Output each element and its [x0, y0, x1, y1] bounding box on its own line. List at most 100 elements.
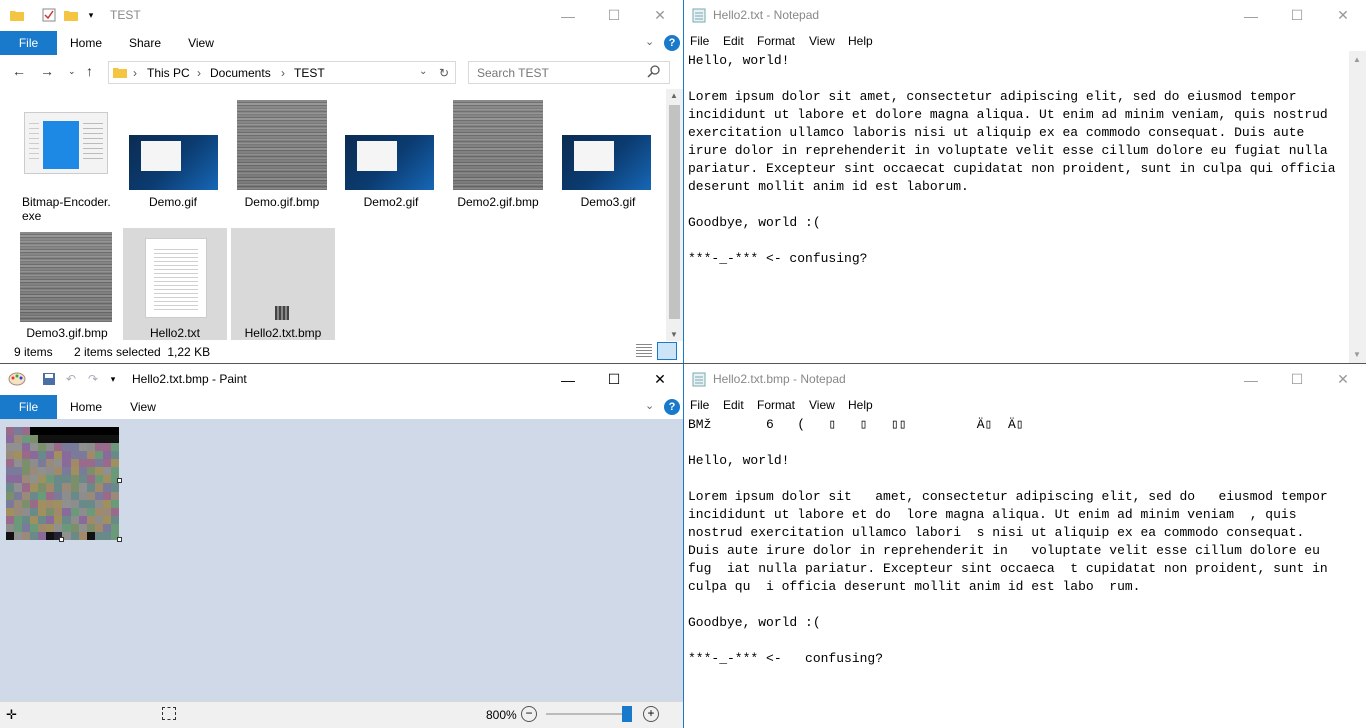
maximize-button[interactable]: ☐ [1274, 0, 1320, 31]
scroll-down-icon[interactable]: ▼ [1353, 350, 1361, 359]
small-bitmap-thumbnail [275, 306, 289, 320]
paint-titlebar[interactable]: ↶ ↷ ▾ Hello2.txt.bmp - Paint — ☐ ✕ [0, 364, 683, 395]
bitmap-pixel [6, 475, 15, 484]
bitmap-pixel [46, 515, 55, 524]
file-item[interactable]: Demo2.gif [339, 100, 443, 228]
notepad-scrollbar[interactable]: ▲ ▼ [1349, 51, 1366, 363]
tab-home[interactable]: Home [70, 395, 102, 419]
file-item[interactable]: Demo3.gif [556, 100, 660, 228]
close-button[interactable]: ✕ [637, 0, 683, 31]
resize-handle[interactable] [117, 537, 122, 542]
resize-handle[interactable] [117, 478, 122, 483]
explorer-scrollbar[interactable]: ▲ ▼ [666, 89, 683, 341]
file-item[interactable]: Bitmap-Encoder. exe [14, 100, 118, 228]
help-icon[interactable]: ? [664, 35, 680, 51]
resize-handle[interactable] [59, 537, 64, 542]
address-dropdown-icon[interactable]: ⌄ [419, 66, 427, 77]
close-button[interactable]: ✕ [637, 364, 683, 395]
explorer-titlebar[interactable]: ▾ TEST — ☐ ✕ [0, 0, 683, 31]
zoom-slider-track[interactable] [546, 713, 632, 715]
tab-home[interactable]: Home [70, 31, 102, 55]
customize-quick-access-icon[interactable]: ▾ [82, 6, 100, 24]
bitmap-canvas[interactable] [6, 427, 119, 540]
zoom-in-icon[interactable]: + [643, 706, 659, 722]
tab-view[interactable]: View [128, 395, 158, 419]
refresh-icon[interactable]: ↻ [439, 66, 449, 80]
breadcrumb-this-pc[interactable]: This PC [147, 66, 190, 80]
redo-icon[interactable]: ↷ [84, 370, 102, 388]
minimize-button[interactable]: — [545, 364, 591, 395]
bitmap-pixel [6, 427, 15, 436]
close-button[interactable]: ✕ [1320, 0, 1366, 31]
bitmap-pixel [14, 491, 23, 500]
file-item[interactable]: Demo.gif [121, 100, 225, 228]
new-folder-icon[interactable] [62, 6, 80, 24]
file-item[interactable]: Demo2.gif.bmp [446, 100, 550, 228]
close-button[interactable]: ✕ [1320, 364, 1366, 395]
help-icon[interactable]: ? [664, 399, 680, 415]
menu-edit[interactable]: Edit [723, 34, 744, 48]
menu-edit[interactable]: Edit [723, 398, 744, 412]
up-icon[interactable]: ↑ [86, 63, 93, 79]
breadcrumb-test[interactable]: TEST [294, 66, 325, 80]
breadcrumb-documents[interactable]: Documents [210, 66, 271, 80]
file-item[interactable]: Demo.gif.bmp [230, 100, 334, 228]
menu-help[interactable]: Help [848, 398, 873, 412]
notepad-text-area[interactable]: Hello, world! Lorem ipsum dolor sit amet… [686, 51, 1349, 363]
zoom-slider-thumb[interactable] [622, 706, 632, 722]
menu-file[interactable]: File [690, 34, 709, 48]
tab-file[interactable]: File [0, 395, 57, 419]
bitmap-pixel [38, 491, 47, 500]
minimize-button[interactable]: — [1228, 364, 1274, 395]
details-view-icon[interactable] [636, 344, 652, 358]
tab-share[interactable]: Share [128, 31, 162, 55]
minimize-button[interactable]: — [1228, 0, 1274, 31]
tab-file[interactable]: File [0, 31, 57, 55]
bitmap-pixel [102, 435, 111, 444]
menu-file[interactable]: File [690, 398, 709, 412]
file-item-selected[interactable]: Hello2.txt [123, 228, 227, 340]
menu-format[interactable]: Format [757, 398, 795, 412]
scroll-down-icon[interactable]: ▼ [670, 330, 678, 339]
notepad-text-area[interactable]: BMž 6 ( ▯ ▯ ▯▯ Ä▯ Ä▯ Hello, world! Lorem… [686, 415, 1349, 728]
address-box[interactable]: › This PC › Documents › TEST ⌄ ↻ [108, 61, 456, 84]
bitmap-pixel [70, 491, 79, 500]
expand-ribbon-icon[interactable]: ⌄ [645, 35, 654, 48]
undo-icon[interactable]: ↶ [62, 370, 80, 388]
bitmap-pixel [22, 467, 31, 476]
menu-format[interactable]: Format [757, 34, 795, 48]
notepad-titlebar[interactable]: Hello2.txt.bmp - Notepad — ☐ ✕ [684, 364, 1366, 395]
maximize-button[interactable]: ☐ [591, 0, 637, 31]
tab-view[interactable]: View [186, 31, 216, 55]
large-icons-view-icon[interactable] [657, 342, 677, 360]
desktop-screenshot-thumbnail [562, 135, 651, 190]
scroll-thumb[interactable] [669, 105, 680, 319]
bitmap-pixel [102, 491, 111, 500]
maximize-button[interactable]: ☐ [591, 364, 637, 395]
menu-help[interactable]: Help [848, 34, 873, 48]
properties-icon[interactable] [40, 6, 58, 24]
menu-view[interactable]: View [809, 398, 835, 412]
paint-canvas-area[interactable] [0, 419, 683, 701]
bitmap-pixel [94, 443, 103, 452]
menu-view[interactable]: View [809, 34, 835, 48]
notepad-titlebar[interactable]: Hello2.txt - Notepad — ☐ ✕ [684, 0, 1366, 31]
customize-quick-access-icon[interactable]: ▾ [104, 370, 122, 388]
back-icon[interactable]: ← [12, 63, 26, 79]
scroll-up-icon[interactable]: ▲ [1353, 55, 1361, 64]
maximize-button[interactable]: ☐ [1274, 364, 1320, 395]
recent-locations-icon[interactable]: ⌄ [68, 66, 76, 77]
forward-icon[interactable]: → [40, 63, 54, 79]
notepad-window-bmp: Hello2.txt.bmp - Notepad — ☐ ✕ File Edit… [684, 364, 1366, 728]
bitmap-pixel [38, 507, 47, 516]
bitmap-pixel [38, 531, 47, 540]
save-icon[interactable] [40, 370, 58, 388]
zoom-out-icon[interactable]: − [521, 706, 537, 722]
file-item-selected[interactable]: Hello2.txt.bmp [231, 228, 335, 340]
bitmap-pixel [38, 443, 47, 452]
scroll-up-icon[interactable]: ▲ [670, 91, 678, 100]
search-input[interactable]: Search TEST [468, 61, 670, 84]
expand-ribbon-icon[interactable]: ⌄ [645, 399, 654, 412]
file-item[interactable]: Demo3.gif.bmp [15, 228, 119, 340]
minimize-button[interactable]: — [545, 0, 591, 31]
